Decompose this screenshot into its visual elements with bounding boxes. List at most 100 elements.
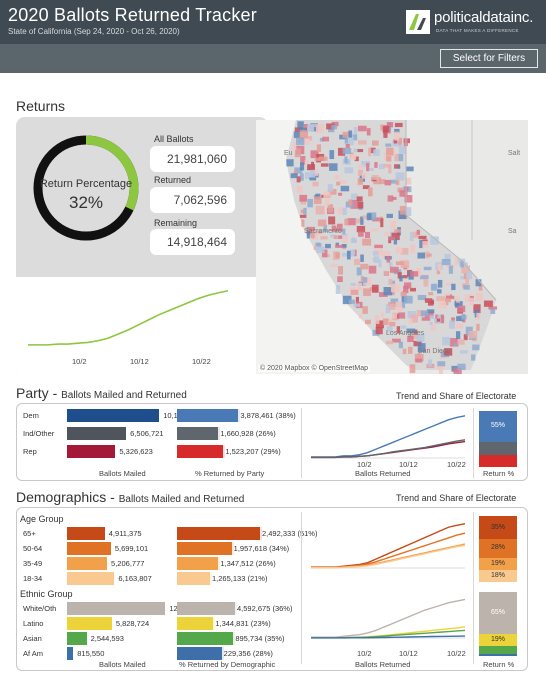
map-precinct [456, 295, 460, 304]
map-precinct [346, 250, 351, 260]
demo-axis-mailed: Ballots Mailed [99, 660, 146, 669]
map-precinct [362, 277, 368, 283]
map-precinct [356, 218, 361, 224]
donut-value: 32% [68, 193, 104, 212]
map-precinct [344, 218, 349, 226]
map-precinct [335, 285, 341, 294]
ethnic-group-title: Ethnic Group [20, 589, 73, 599]
map-precinct [353, 303, 361, 307]
party-trend-chart [311, 415, 466, 459]
map-precinct [358, 140, 367, 145]
map-precinct [390, 220, 397, 230]
share-segment: 19% [479, 557, 517, 571]
map-precinct [410, 244, 416, 253]
map-precinct [386, 340, 394, 345]
map-precinct [330, 263, 338, 268]
page-title: 2020 Ballots Returned Tracker [8, 5, 257, 25]
map-precinct [380, 218, 384, 228]
political-data-logo[interactable]: politicaldatainc. DATA THAT MAKES A DIFF… [406, 9, 540, 37]
map-precinct [357, 125, 367, 132]
map-precinct [455, 323, 464, 329]
map-precinct [437, 279, 443, 288]
returns-panel: Return Percentage 32% All Ballots 21,981… [16, 117, 268, 378]
map-precinct [388, 262, 393, 267]
map-precinct [374, 315, 380, 324]
party-panel: Dem10,147,7163,878,461 (38%)Ind/Other6,5… [16, 403, 528, 481]
map-precinct [370, 228, 379, 232]
map-precinct [371, 174, 379, 180]
map-precinct [472, 344, 480, 351]
stat-value-all-ballots: 21,981,060 [150, 146, 235, 172]
map-precinct [327, 184, 333, 192]
map-precinct [301, 219, 305, 227]
map-precinct [331, 124, 337, 130]
map-precinct [436, 318, 441, 322]
stat-label-all-ballots: All Ballots [154, 134, 194, 144]
map-precinct [358, 231, 364, 237]
demographics.age_rows-mailed-bar [67, 557, 108, 570]
map-precinct [410, 271, 419, 277]
map-precinct [451, 283, 456, 291]
map-precinct [388, 278, 393, 285]
map-precinct [320, 163, 329, 167]
map-precinct [389, 266, 399, 273]
ethnic-share-stack: 65% 19% [479, 592, 517, 656]
demographics-panel: Age Group Ethnic Group 65+ 4,911,375 2,492… [16, 507, 528, 671]
map-precinct [348, 299, 355, 304]
map-precinct [299, 162, 305, 171]
divider [473, 512, 474, 664]
california-turnout-map[interactable]: Eu Salt Sacramento Sa Los Angeles San Di… [256, 120, 528, 374]
demographics.ethnic_rows-mailed-value: 2,544,593 [88, 632, 126, 645]
returns-section-title: Returns [16, 98, 66, 114]
map-precinct [418, 235, 427, 240]
demographics.ethnic_rows-row-label: White/Oth [23, 604, 57, 613]
map-precinct [399, 275, 403, 282]
map-precinct [314, 169, 319, 176]
map-precinct [448, 320, 455, 329]
demographics.ethnic_rows-returned-bar [177, 647, 224, 660]
party.rows-returned-value: 1,660,928 (26%) [218, 427, 278, 440]
map-precinct [293, 131, 300, 138]
map-precinct [416, 229, 421, 235]
map-precinct [309, 170, 316, 178]
map-precinct [364, 231, 371, 239]
map-precinct [360, 254, 364, 262]
demographics.ethnic_rows-returned-bar [177, 632, 236, 645]
map-precinct [336, 181, 341, 186]
map-precinct [471, 354, 476, 361]
demographics.ethnic_rows-row-label: Af Am [23, 649, 44, 658]
demographics.age_rows-returned-value: 1,265,133 (21%) [210, 572, 270, 585]
demographics.age_rows-returned-bar [177, 557, 221, 570]
demographics.age_rows-mailed-bar [67, 527, 105, 540]
map-precinct [395, 261, 404, 266]
map-precinct [348, 130, 353, 138]
map-precinct [334, 174, 340, 180]
map-precinct [490, 309, 496, 314]
map-precinct [386, 156, 392, 162]
trend-series-line [311, 543, 466, 569]
map-precinct [303, 207, 307, 215]
map-precinct [398, 312, 406, 319]
demo-axis-share: Return % [483, 660, 515, 669]
map-city-label: Eu [284, 150, 293, 157]
party-trend-tick: 10/12 [399, 460, 418, 469]
map-precinct [335, 244, 343, 248]
select-filters-button[interactable]: Select for Filters [440, 49, 538, 68]
demographics.ethnic_rows-returned-value: 229,356 (28%) [221, 647, 275, 660]
party-trend-title: Trend and Share of Electorate [396, 391, 517, 401]
map-precinct [383, 163, 391, 168]
map-precinct [357, 178, 363, 185]
map-precinct [340, 185, 350, 192]
stat-label-remaining: Remaining [154, 218, 198, 228]
map-precinct [392, 313, 398, 319]
map-city-label: Sacramento [304, 228, 342, 235]
map-precinct [338, 192, 343, 196]
returns-summary: Return Percentage 32% All Ballots 21,981… [16, 117, 268, 277]
map-precinct [398, 145, 407, 154]
trend-tick-label: 10/22 [192, 357, 211, 366]
map-precinct [429, 315, 435, 319]
map-precinct [476, 312, 481, 321]
map-precinct [361, 173, 367, 179]
demographics.ethnic_rows-mailed-bar [67, 632, 87, 645]
map-precinct [483, 300, 493, 307]
